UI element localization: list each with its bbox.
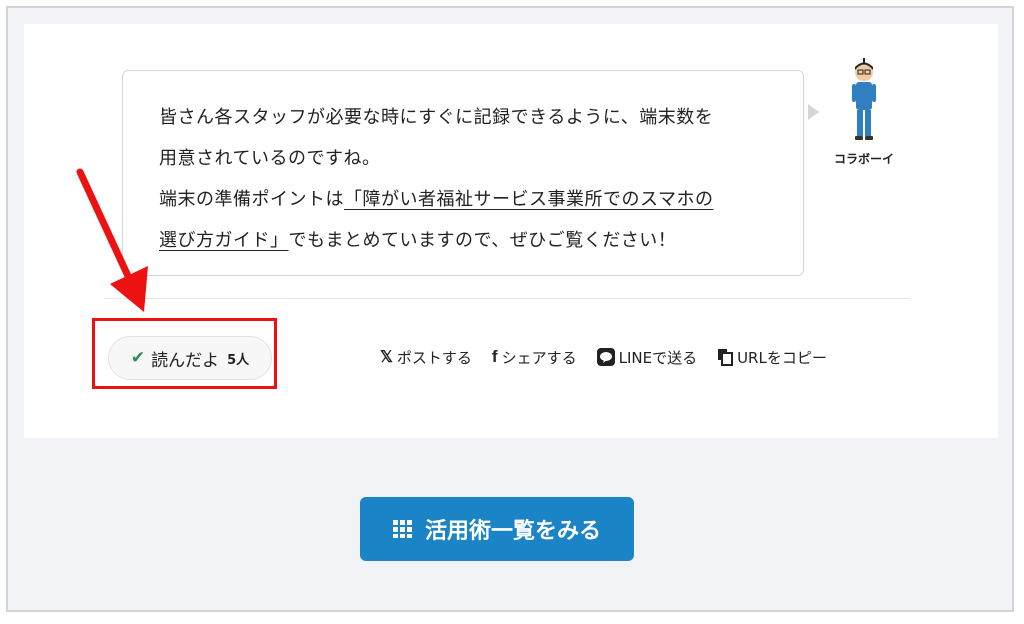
share-x-label: ポストする	[396, 348, 472, 367]
share-x-button[interactable]: 𝕏 ポストする	[380, 347, 472, 368]
guide-link[interactable]: 「障がい者福祉サービス事業所でのスマホの	[344, 189, 713, 210]
speech-line: 端末の準備ポイントは「障がい者福祉サービス事業所でのスマホの	[159, 179, 771, 220]
speech-line: 皆さん各スタッフが必要な時にすぐに記録できるように、端末数を	[159, 107, 714, 128]
share-facebook-label: シェアする	[501, 348, 577, 367]
share-line-label: LINEで送る	[618, 348, 698, 367]
share-bar: 𝕏 ポストする f シェアする LINEで送る URLをコピー	[380, 342, 827, 372]
copy-icon	[718, 349, 734, 366]
share-line-button[interactable]: LINEで送る	[596, 347, 698, 368]
bubble-tail	[808, 104, 819, 120]
speech-line: 選び方ガイド」でもまとめていますので、ぜひご覧ください！	[159, 220, 771, 261]
copy-url-label: URLをコピー	[737, 348, 827, 367]
speech-line: 用意されているのですね。	[159, 148, 381, 169]
line-icon	[596, 348, 615, 366]
view-all-tips-label: 活用術一覧をみる	[424, 519, 601, 544]
x-icon: 𝕏	[380, 349, 393, 366]
share-facebook-button[interactable]: f シェアする	[492, 347, 577, 368]
grid-icon	[392, 520, 412, 538]
speaker-name: コラボーイ	[833, 152, 894, 166]
copy-url-button[interactable]: URLをコピー	[717, 347, 827, 368]
boy-avatar-icon	[852, 58, 876, 140]
guide-link-continued[interactable]: 選び方ガイド」	[159, 230, 289, 251]
speech-bubble: 皆さん各スタッフが必要な時にすぐに記録できるように、端末数を 用意されているので…	[122, 70, 804, 276]
highlight-box	[92, 318, 277, 389]
facebook-icon: f	[491, 347, 498, 366]
speech-line-text: でもまとめていますので、ぜひご覧ください！	[288, 230, 677, 251]
view-all-tips-button[interactable]: 活用術一覧をみる	[360, 497, 634, 561]
divider	[104, 298, 910, 299]
speech-text: 皆さん各スタッフが必要な時にすぐに記録できるように、端末数を 用意されているので…	[159, 97, 771, 261]
red-arrow-icon	[76, 168, 148, 312]
speech-line-text: 端末の準備ポイントは	[159, 189, 344, 210]
